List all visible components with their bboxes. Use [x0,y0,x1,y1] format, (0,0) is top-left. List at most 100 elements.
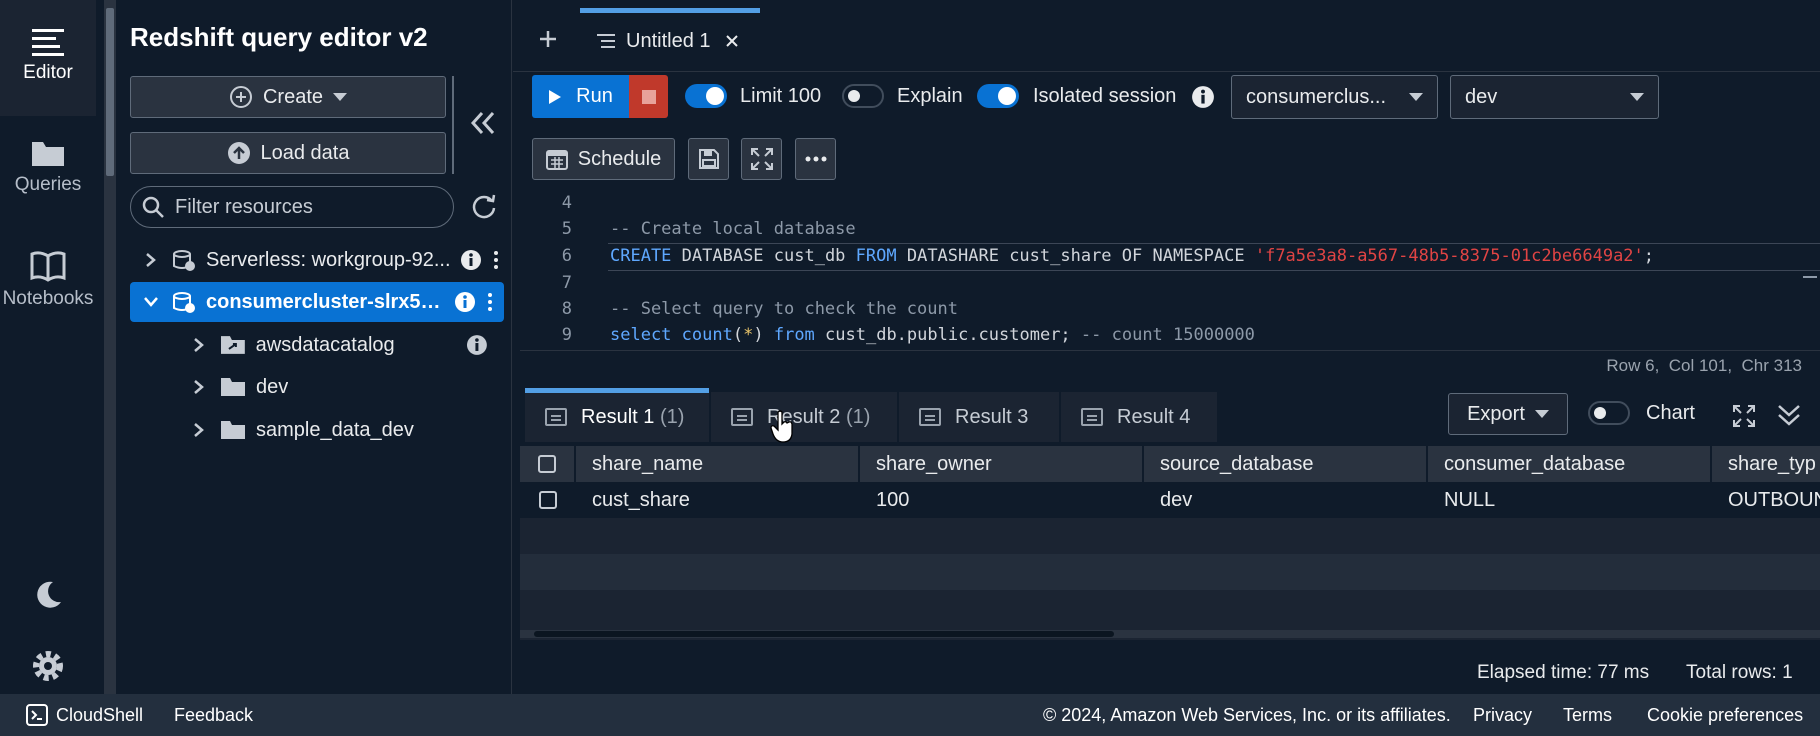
total-rows: Total rows: 1 [1686,662,1793,683]
select-all-checkbox[interactable] [538,455,556,473]
filter-placeholder: Filter resources [175,195,313,218]
export-button[interactable]: Export [1448,393,1568,435]
refresh-button[interactable] [470,192,498,220]
expand-icon [750,148,773,170]
limit-label: Limit 100 [740,85,822,107]
collapse-results-button[interactable] [1776,402,1802,428]
caret-down-icon [1534,410,1549,418]
table-icon [919,408,941,426]
chart-toggle[interactable] [1588,401,1630,425]
chart-label: Chart [1646,402,1695,424]
editor-scroll-marker [1803,276,1817,278]
panel-title: Redshift query editor v2 [130,22,428,52]
terms-link[interactable]: Terms [1563,705,1612,726]
more-actions-icon[interactable] [492,251,500,269]
folder-icon [32,142,64,166]
tree-item-label: sample_data_dev [256,418,414,441]
code-line: 8 -- Select query to check the count [520,296,958,322]
limit-toggle[interactable] [685,84,727,108]
result-tab-4[interactable]: Result 4 [1061,392,1217,442]
shared-folder-icon [220,336,245,354]
collapse-panel-button[interactable] [468,110,498,136]
code-line: 5 -- Create local database [520,216,856,242]
tree-item-dev[interactable]: dev [188,367,488,407]
caret-down-icon [1630,93,1644,101]
tree-item-label: dev [256,375,289,398]
tree-item-label: consumercluster-slrx5k... [206,290,446,313]
code-line: 4 [520,190,572,216]
refresh-icon [472,194,496,219]
more-options-button[interactable] [795,138,836,180]
line-number: 8 [561,299,572,319]
dark-mode-toggle[interactable] [0,578,96,618]
rail-item-label: Queries [14,174,82,195]
result-tab-1[interactable]: Result 1 (1) [525,388,709,442]
save-button[interactable] [688,138,729,180]
database-select[interactable]: dev [1450,75,1659,119]
explain-toggle[interactable] [842,84,884,108]
rail-item-editor[interactable]: Editor [0,0,96,116]
isolated-session-toggle[interactable] [977,84,1019,108]
table-icon [1081,408,1103,426]
search-icon [142,196,164,218]
fullscreen-results-button[interactable] [1732,404,1756,428]
gear-icon [33,651,63,681]
book-icon [30,251,66,282]
schedule-button[interactable]: Schedule [532,138,675,180]
moon-icon [37,581,61,608]
column-header[interactable]: consumer_database [1428,446,1712,482]
empty-row [520,554,1820,590]
more-actions-icon[interactable] [486,293,494,311]
code-line: 7 [520,270,572,296]
settings-button[interactable] [0,646,96,692]
rail-item-label: Notebooks [2,288,94,309]
column-header[interactable]: share_owner [860,446,1144,482]
tree-item-consumercluster[interactable]: consumercluster-slrx5k... [130,282,504,322]
rail-item-notebooks[interactable]: Notebooks [0,250,96,310]
new-tab-button[interactable] [537,28,559,50]
load-data-button[interactable]: Load data [130,132,446,174]
row-checkbox[interactable] [539,491,557,509]
chevron-right-icon [140,252,162,268]
results-table: share_name share_owner source_database c… [520,446,1820,640]
save-icon [698,149,719,169]
tree-item-awsdatacatalog[interactable]: awsdatacatalog [188,325,488,365]
rail-item-queries[interactable]: Queries [0,138,96,196]
terminal-icon [26,704,48,726]
info-icon[interactable] [460,249,482,271]
table-icon [731,408,753,426]
tree-item-sample-data-dev[interactable]: sample_data_dev [188,410,488,450]
table-cell: dev [1144,482,1428,518]
filter-resources-input[interactable]: Filter resources [130,186,454,228]
run-button[interactable]: Run [532,75,629,118]
double-chevron-down-icon [1778,405,1800,426]
feedback-link[interactable]: Feedback [174,705,253,726]
tree-item-serverless[interactable]: Serverless: workgroup-92... [140,240,500,280]
active-tab-indicator [580,8,760,13]
code-text: CREATE DATABASE cust_db FROM DATASHARE c… [610,246,1655,266]
calendar-icon [545,150,568,170]
cookie-preferences-link[interactable]: Cookie preferences [1647,705,1803,726]
result-tab-2[interactable]: Result 2 (1) [711,392,897,442]
create-button[interactable]: Create [130,76,446,118]
rail-scrollbar-thumb[interactable] [106,8,114,176]
horizontal-scrollbar-thumb[interactable] [534,631,1114,637]
stop-button[interactable] [629,75,668,118]
result-tab-label: Result 4 [1117,405,1191,428]
column-header[interactable]: share_name [576,446,860,482]
expand-button[interactable] [741,138,782,180]
column-header[interactable]: share_typ [1712,446,1820,482]
result-tab-3[interactable]: Result 3 [899,392,1059,442]
info-icon[interactable] [466,334,488,356]
info-icon[interactable] [454,291,476,313]
column-header[interactable]: source_database [1144,446,1428,482]
copyright-text: © 2024, Amazon Web Services, Inc. or its… [1043,705,1451,725]
isolated-session-info[interactable] [1191,85,1215,109]
privacy-link[interactable]: Privacy [1473,705,1532,726]
load-data-label: Load data [260,141,350,164]
cluster-select[interactable]: consumerclus... [1231,75,1438,119]
tab-untitled-1[interactable]: Untitled 1 [596,26,739,56]
close-icon[interactable] [725,34,739,48]
empty-row [520,518,1820,554]
cloudshell-button[interactable]: CloudShell [26,704,143,726]
